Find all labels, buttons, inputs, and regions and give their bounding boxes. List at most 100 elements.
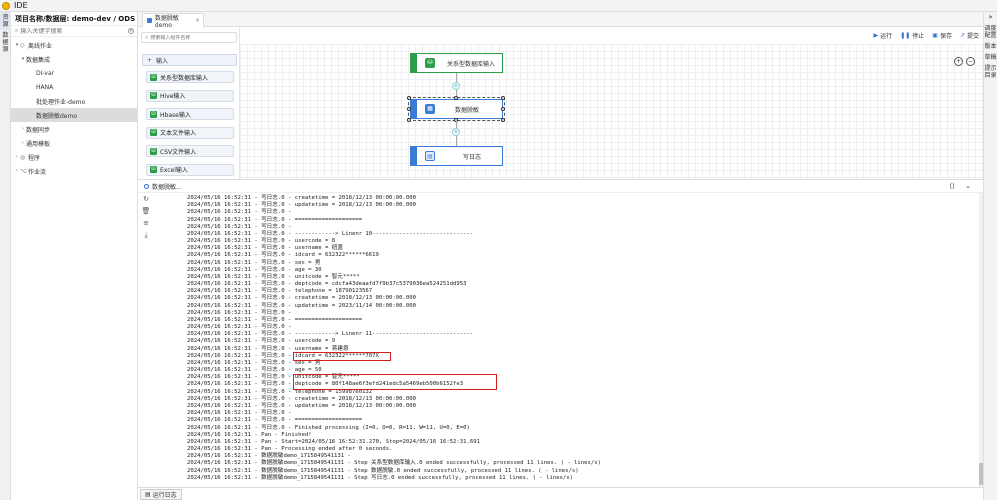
component-label: CSV文件输入 xyxy=(160,148,197,156)
log-icon: ▤ xyxy=(425,151,435,161)
log-tools: ↻ 🗑 ≡ ⤓ xyxy=(138,193,154,487)
tree-node-label: 作业流 xyxy=(28,168,47,176)
log-line: 2024/05/16 16:52:31 - 写日志.0 - xyxy=(187,309,292,316)
node-color-bar xyxy=(411,54,417,72)
component-label: 文本文件输入 xyxy=(160,130,197,137)
connector-plus-icon[interactable]: + xyxy=(452,82,460,90)
resize-handle[interactable] xyxy=(501,107,505,111)
flow-node-write-log[interactable]: ▤ 写日志 xyxy=(410,146,503,166)
log-output[interactable]: 2024/05/16 16:52:31 - 写日志.0 - createtime… xyxy=(154,193,979,487)
component-group-input[interactable]: + 输入 xyxy=(142,54,237,66)
play-icon: ▶ xyxy=(873,32,879,39)
component-item[interactable]: ⛁ CSV文件输入 xyxy=(146,145,234,157)
component-icon: ⛁ xyxy=(150,110,157,118)
tree-node[interactable]: DI-var xyxy=(11,66,137,80)
run-log-label: 运行日志 xyxy=(152,492,177,499)
download-icon[interactable]: ⤓ xyxy=(138,229,154,241)
component-item[interactable]: ⛁ Hive输入 xyxy=(146,89,234,102)
wrap-icon[interactable]: ≡ xyxy=(138,217,154,229)
save-button[interactable]: ▣ 保存 xyxy=(932,31,952,40)
tree-node[interactable]: HANA xyxy=(11,80,137,94)
tree-node-label: 程序 xyxy=(28,154,41,162)
tab-strip: 数据脱敏demo × xyxy=(138,12,983,29)
tree-node[interactable]: ▾ ◇ 离线作业 xyxy=(11,38,137,52)
clear-search-icon[interactable]: × xyxy=(128,28,134,34)
tree-node[interactable]: › 数据同步 xyxy=(11,122,137,136)
resize-handle[interactable] xyxy=(407,96,411,100)
flow-canvas[interactable] xyxy=(240,44,983,179)
log-line: 2024/05/16 16:52:31 - 数据脱敏demo_171584954… xyxy=(187,467,579,474)
flow-node-data-masking[interactable]: ▦ 数据脱敏 xyxy=(408,97,505,121)
node-color-bar xyxy=(411,147,417,165)
log-line: 2024/05/16 16:52:31 - 写日志.0 - username =… xyxy=(187,345,349,352)
rail-item-schedule-config[interactable]: 调度配置 xyxy=(984,23,997,41)
resize-handle[interactable] xyxy=(407,118,411,122)
component-group-label: 输入 xyxy=(156,57,169,65)
rail-item-resources[interactable]: 资源 xyxy=(0,12,11,30)
stop-button[interactable]: ❚❚ 停止 xyxy=(900,31,924,40)
log-line: 2024/05/16 16:52:31 - 写日志.0 - idcard = 6… xyxy=(187,352,379,359)
chevron-double-down-icon[interactable]: » xyxy=(984,12,997,23)
rail-item-draft[interactable]: 草稿 xyxy=(984,52,997,63)
run-log-tab[interactable]: ▤ 运行日志 xyxy=(140,489,182,500)
run-button[interactable]: ▶ 运行 xyxy=(874,31,893,40)
stop-label: 停止 xyxy=(912,33,925,40)
node-label: 写日志 xyxy=(463,153,482,161)
tree-node[interactable]: › 通用模板 xyxy=(11,136,137,150)
title-bar: IDE xyxy=(0,0,997,12)
rail-item-version[interactable]: 版本 xyxy=(984,41,997,52)
stop-icon: ❚❚ xyxy=(900,32,911,39)
tab-data-masking-demo[interactable]: 数据脱敏demo × xyxy=(142,13,204,29)
component-item[interactable]: ⛁ Hbase输入 xyxy=(146,108,234,120)
trash-icon[interactable]: 🗑 xyxy=(138,205,154,217)
tree-node[interactable]: › ◎ 程序 xyxy=(11,150,137,164)
tree-node-label: 通用模板 xyxy=(26,140,51,148)
right-rail: » 调度配置 版本 草稿 提示目录 xyxy=(983,12,997,500)
resize-handle[interactable] xyxy=(454,96,458,100)
plus-icon: + xyxy=(147,56,153,64)
zoom-out-icon[interactable]: − xyxy=(966,57,975,66)
component-item[interactable]: ⛁ 关系型数据库输入 xyxy=(146,71,234,83)
tree-node-label: 批处理作业-demo xyxy=(36,98,86,106)
rail-item-datasource[interactable]: 数据源 xyxy=(0,30,11,55)
tree-search-input[interactable] xyxy=(20,27,121,35)
project-title: 项目名称/数据层: demo-dev / ODS xyxy=(11,12,137,26)
log-scrollbar[interactable] xyxy=(979,193,983,487)
connector-plus-icon[interactable]: + xyxy=(452,128,460,136)
folder-icon: ⌥ xyxy=(20,167,27,175)
component-search-input[interactable] xyxy=(150,34,231,41)
resize-handle[interactable] xyxy=(501,118,505,122)
tree-node[interactable]: ▾ 数据集成 xyxy=(11,52,137,66)
scroll-thumb[interactable] xyxy=(979,463,983,485)
component-item[interactable]: ⛁ Excel输入 xyxy=(146,163,234,176)
app-logo-icon xyxy=(2,1,10,10)
refresh-icon[interactable]: ↻ xyxy=(138,193,154,205)
close-icon[interactable]: × xyxy=(195,17,200,24)
submit-button[interactable]: ↗ 提交 xyxy=(960,31,979,40)
component-item[interactable]: ⛁ 文本文件输入 xyxy=(146,126,234,139)
collapse-icon[interactable]: ⌄ xyxy=(965,182,971,190)
component-label: Hive输入 xyxy=(160,93,186,100)
tree-node[interactable]: 数据脱敏demo xyxy=(11,108,137,122)
resize-handle[interactable] xyxy=(501,96,505,100)
resize-handle[interactable] xyxy=(407,107,411,111)
tree-node[interactable]: › ⌥ 作业流 xyxy=(11,164,137,178)
tree-node[interactable]: 批处理作业-demo xyxy=(11,94,137,108)
log-line: 2024/05/16 16:52:31 - 写日志.0 - unitcode =… xyxy=(187,273,360,280)
save-label: 保存 xyxy=(939,33,952,40)
component-label: Excel输入 xyxy=(160,167,188,174)
flow-node-db-input[interactable]: ⛁ 关系型数据库输入 xyxy=(410,53,503,73)
rail-item-hint[interactable]: 提示目录 xyxy=(984,63,997,81)
log-line: 2024/05/16 16:52:31 - 写日志.0 - telephone … xyxy=(187,388,373,395)
footer-bar: ▤ 运行日志 xyxy=(138,487,983,500)
component-icon: ⛁ xyxy=(150,147,157,155)
fullscreen-icon[interactable]: ⟨⟩ xyxy=(949,182,954,190)
node-color-bar xyxy=(411,100,417,118)
search-icon: ⌕ xyxy=(15,27,19,34)
log-line: 2024/05/16 16:52:31 - 写日志.0 - sex = 男 xyxy=(187,259,321,266)
log-line: 2024/05/16 16:52:31 - 数据脱敏demo_171584954… xyxy=(187,474,574,481)
component-label: 关系型数据库输入 xyxy=(160,74,209,82)
tree-node-label: DI-var xyxy=(36,69,55,77)
zoom-in-icon[interactable]: + xyxy=(954,57,963,66)
app-title: IDE xyxy=(14,1,28,10)
